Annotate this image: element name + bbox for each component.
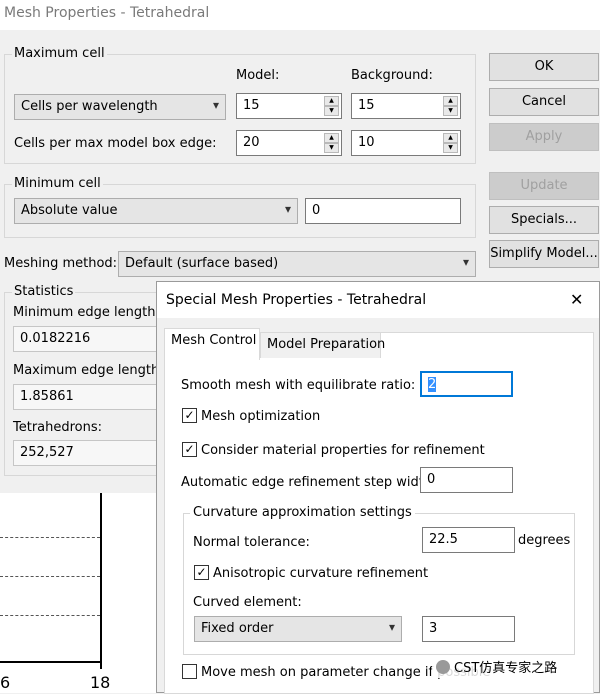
min-edge-label: Minimum edge length:: [13, 305, 160, 320]
spin-down-icon[interactable]: ▼: [324, 106, 339, 116]
ok-button[interactable]: OK: [489, 53, 599, 81]
watermark-icon: [436, 660, 450, 674]
meshing-method-select[interactable]: Default (surface based) ▾: [118, 251, 476, 277]
curved-element-order-input[interactable]: 3: [422, 616, 515, 642]
min-cell-mode-value: Absolute value: [21, 203, 118, 218]
close-icon[interactable]: ✕: [570, 290, 583, 309]
spinner[interactable]: ▲ ▼: [443, 133, 458, 153]
max-edge-value-field: 1.85861: [13, 384, 163, 410]
spinner[interactable]: ▲ ▼: [324, 133, 339, 153]
simplify-model-button[interactable]: Simplify Model...: [489, 240, 599, 268]
smooth-mesh-label: Smooth mesh with equilibrate ratio:: [181, 378, 416, 393]
tetrahedrons-value-field: 252,527: [13, 440, 163, 466]
chevron-down-icon: ▾: [212, 98, 219, 112]
chevron-down-icon: ▾: [284, 202, 291, 216]
box-edge-model-input[interactable]: 20 ▲ ▼: [236, 130, 342, 156]
curved-element-select-value: Fixed order: [201, 621, 274, 636]
max-cell-mode-select[interactable]: Cells per wavelength ▾: [14, 94, 226, 120]
min-edge-value: 0.0182216: [20, 331, 91, 346]
cells-per-wavelength-background-value: 15: [358, 98, 375, 113]
max-cell-legend: Maximum cell: [12, 46, 107, 61]
update-button[interactable]: Update: [489, 172, 599, 200]
curved-element-order-value: 3: [429, 621, 438, 636]
mesh-optimization-label: Mesh optimization: [201, 409, 321, 424]
max-edge-value: 1.85861: [20, 389, 74, 404]
normal-tolerance-label: Normal tolerance:: [193, 535, 310, 550]
watermark: CST仿真专家之路: [432, 655, 562, 678]
dialog-title: Special Mesh Properties - Tetrahedral: [166, 292, 427, 308]
chart-gridline: [0, 576, 100, 577]
meshing-method-label: Meshing method:: [4, 256, 118, 271]
material-properties-label: Consider material properties for refinem…: [201, 443, 485, 458]
chevron-down-icon: ▾: [462, 255, 469, 269]
special-mesh-dialog: Special Mesh Properties - Tetrahedral ✕ …: [156, 281, 600, 694]
watermark-text: CST仿真专家之路: [454, 661, 558, 676]
spin-up-icon[interactable]: ▲: [443, 133, 458, 143]
tab-mesh-control[interactable]: Mesh Control: [164, 328, 260, 360]
spin-down-icon[interactable]: ▼: [324, 143, 339, 153]
auto-edge-input[interactable]: 0: [420, 467, 513, 493]
spin-up-icon[interactable]: ▲: [324, 96, 339, 106]
min-cell-value-input[interactable]: 0: [305, 198, 461, 224]
mesh-optimization-checkbox[interactable]: ✓: [182, 408, 197, 423]
min-cell-legend: Minimum cell: [12, 176, 103, 191]
chevron-down-icon: ▾: [388, 620, 395, 634]
spin-down-icon[interactable]: ▼: [443, 143, 458, 153]
move-mesh-checkbox[interactable]: [182, 664, 197, 679]
curved-element-label: Curved element:: [193, 595, 302, 610]
specials-button[interactable]: Specials...: [489, 206, 599, 234]
cells-per-wavelength-model-input[interactable]: 15 ▲ ▼: [236, 93, 342, 119]
window-titlebar: Mesh Properties - Tetrahedral: [0, 0, 600, 30]
chart-axis-line: [100, 493, 102, 661]
material-properties-checkbox[interactable]: ✓: [182, 442, 197, 457]
chart-tick: [100, 661, 102, 669]
chart-gridline: [0, 615, 100, 616]
spinner[interactable]: ▲ ▼: [324, 96, 339, 116]
cells-per-wavelength-model-value: 15: [243, 98, 260, 113]
normal-tolerance-input[interactable]: 22.5: [422, 527, 515, 553]
anisotropic-label: Anisotropic curvature refinement: [213, 566, 429, 581]
min-cell-mode-select[interactable]: Absolute value ▾: [14, 198, 298, 224]
apply-button[interactable]: Apply: [489, 123, 599, 151]
tab-model-preparation[interactable]: Model Preparation: [260, 332, 385, 358]
max-cell-mode-value: Cells per wavelength: [21, 99, 158, 114]
smooth-mesh-value: 2: [428, 377, 437, 392]
chart-tick-label-right: 18: [90, 673, 111, 692]
spin-up-icon[interactable]: ▲: [443, 96, 458, 106]
chart-gridline: [0, 537, 100, 538]
normal-tolerance-unit: degrees: [518, 533, 571, 548]
spinner[interactable]: ▲ ▼: [443, 96, 458, 116]
tetrahedrons-label: Tetrahedrons:: [13, 420, 103, 435]
cancel-button[interactable]: Cancel: [489, 88, 599, 116]
box-edge-background-input[interactable]: 10 ▲ ▼: [351, 130, 461, 156]
background-chart: 6 18: [0, 493, 156, 693]
min-edge-value-field: 0.0182216: [13, 326, 163, 352]
statistics-legend: Statistics: [12, 284, 76, 299]
anisotropic-checkbox[interactable]: ✓: [194, 565, 209, 580]
meshing-method-value: Default (surface based): [125, 256, 279, 271]
min-cell-value: 0: [312, 203, 321, 218]
chart-tick-label-left: 6: [0, 673, 11, 692]
cells-per-wavelength-background-input[interactable]: 15 ▲ ▼: [351, 93, 461, 119]
model-header: Model:: [236, 68, 280, 83]
curved-element-select[interactable]: Fixed order ▾: [194, 616, 402, 642]
tetrahedrons-value: 252,527: [20, 445, 74, 460]
window-title: Mesh Properties - Tetrahedral: [4, 5, 210, 21]
box-edge-label: Cells per max model box edge:: [14, 136, 217, 151]
box-edge-model-value: 20: [243, 135, 260, 150]
background-header: Background:: [351, 68, 433, 83]
spin-down-icon[interactable]: ▼: [443, 106, 458, 116]
curvature-legend: Curvature approximation settings: [190, 505, 415, 520]
smooth-mesh-input[interactable]: 2: [420, 371, 513, 397]
box-edge-background-value: 10: [358, 135, 375, 150]
chart-baseline: [0, 661, 102, 663]
auto-edge-label: Automatic edge refinement step width: [181, 475, 433, 490]
auto-edge-value: 0: [427, 472, 436, 487]
spin-up-icon[interactable]: ▲: [324, 133, 339, 143]
dialog-titlebar: Special Mesh Properties - Tetrahedral ✕: [157, 282, 599, 318]
max-edge-label: Maximum edge length:: [13, 363, 164, 378]
normal-tolerance-value: 22.5: [429, 532, 458, 547]
